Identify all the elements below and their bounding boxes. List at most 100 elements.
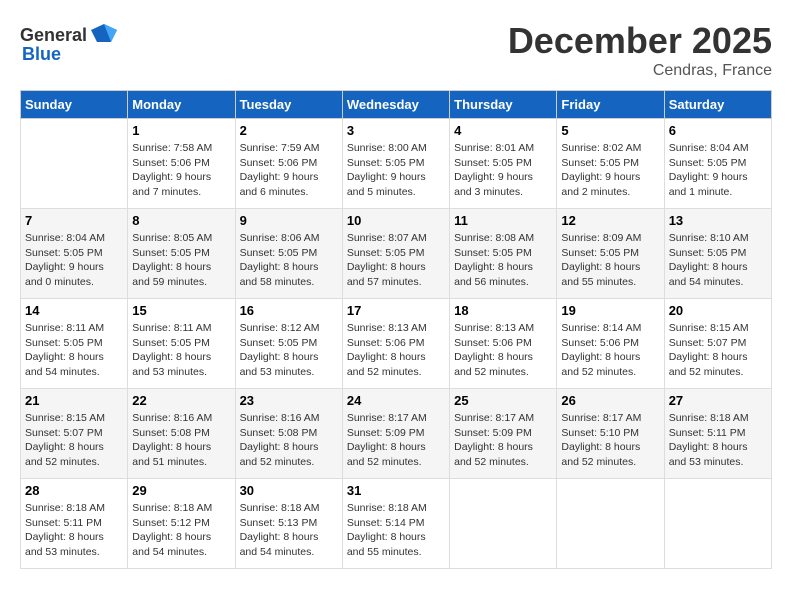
day-info: Sunrise: 8:00 AMSunset: 5:05 PMDaylight:… <box>347 141 445 200</box>
day-info: Sunrise: 8:17 AMSunset: 5:10 PMDaylight:… <box>561 411 659 470</box>
day-info: Sunrise: 8:09 AMSunset: 5:05 PMDaylight:… <box>561 231 659 290</box>
calendar-cell: 24 Sunrise: 8:17 AMSunset: 5:09 PMDayligh… <box>342 389 449 479</box>
day-number: 1 <box>132 123 230 138</box>
day-number: 17 <box>347 303 445 318</box>
day-number: 27 <box>669 393 767 408</box>
calendar-cell: 3 Sunrise: 8:00 AMSunset: 5:05 PMDaylight… <box>342 119 449 209</box>
day-info: Sunrise: 8:17 AMSunset: 5:09 PMDaylight:… <box>347 411 445 470</box>
day-number: 10 <box>347 213 445 228</box>
day-info: Sunrise: 8:04 AMSunset: 5:05 PMDaylight:… <box>669 141 767 200</box>
calendar-header-row: SundayMondayTuesdayWednesdayThursdayFrid… <box>21 91 772 119</box>
calendar-cell <box>21 119 128 209</box>
logo-general: General <box>20 25 87 46</box>
day-info: Sunrise: 8:11 AMSunset: 5:05 PMDaylight:… <box>25 321 123 380</box>
day-number: 11 <box>454 213 552 228</box>
calendar-cell: 1Sunrise: 7:58 AMSunset: 5:06 PMDaylight… <box>128 119 235 209</box>
logo-blue: Blue <box>22 44 61 65</box>
day-number: 20 <box>669 303 767 318</box>
calendar-cell: 13 Sunrise: 8:10 AMSunset: 5:05 PMDayligh… <box>664 209 771 299</box>
day-number: 21 <box>25 393 123 408</box>
day-info: Sunrise: 8:06 AMSunset: 5:05 PMDaylight:… <box>240 231 338 290</box>
day-number: 4 <box>454 123 552 138</box>
calendar-cell: 20 Sunrise: 8:15 AMSunset: 5:07 PMDayligh… <box>664 299 771 389</box>
calendar-cell: 22 Sunrise: 8:16 AMSunset: 5:08 PMDayligh… <box>128 389 235 479</box>
day-info: Sunrise: 8:18 AMSunset: 5:12 PMDaylight:… <box>132 501 230 560</box>
day-number: 7 <box>25 213 123 228</box>
day-info: Sunrise: 8:16 AMSunset: 5:08 PMDaylight:… <box>132 411 230 470</box>
calendar-cell: 11 Sunrise: 8:08 AMSunset: 5:05 PMDayligh… <box>450 209 557 299</box>
day-info: Sunrise: 8:17 AMSunset: 5:09 PMDaylight:… <box>454 411 552 470</box>
day-info: Sunrise: 8:13 AMSunset: 5:06 PMDaylight:… <box>454 321 552 380</box>
day-number: 9 <box>240 213 338 228</box>
day-info: Sunrise: 8:11 AMSunset: 5:05 PMDaylight:… <box>132 321 230 380</box>
day-number: 29 <box>132 483 230 498</box>
calendar-cell: 15 Sunrise: 8:11 AMSunset: 5:05 PMDayligh… <box>128 299 235 389</box>
day-info: Sunrise: 8:07 AMSunset: 5:05 PMDaylight:… <box>347 231 445 290</box>
calendar-cell <box>557 479 664 569</box>
calendar-cell: 4Sunrise: 8:01 AMSunset: 5:05 PMDaylight… <box>450 119 557 209</box>
day-number: 22 <box>132 393 230 408</box>
day-number: 8 <box>132 213 230 228</box>
month-title: December 2025 <box>508 20 772 62</box>
day-info: Sunrise: 8:10 AMSunset: 5:05 PMDaylight:… <box>669 231 767 290</box>
week-row-3: 21Sunrise: 8:15 AMSunset: 5:07 PMDayligh… <box>21 389 772 479</box>
day-info: Sunrise: 8:16 AMSunset: 5:08 PMDaylight:… <box>240 411 338 470</box>
day-number: 18 <box>454 303 552 318</box>
day-number: 25 <box>454 393 552 408</box>
day-number: 13 <box>669 213 767 228</box>
calendar-cell: 25 Sunrise: 8:17 AMSunset: 5:09 PMDayligh… <box>450 389 557 479</box>
day-number: 14 <box>25 303 123 318</box>
calendar-cell: 10 Sunrise: 8:07 AMSunset: 5:05 PMDayligh… <box>342 209 449 299</box>
day-number: 23 <box>240 393 338 408</box>
calendar-cell: 19Sunrise: 8:14 AMSunset: 5:06 PMDayligh… <box>557 299 664 389</box>
location-title: Cendras, France <box>508 62 772 80</box>
day-info: Sunrise: 8:05 AMSunset: 5:05 PMDaylight:… <box>132 231 230 290</box>
header-wednesday: Wednesday <box>342 91 449 119</box>
calendar-cell <box>450 479 557 569</box>
day-number: 5 <box>561 123 659 138</box>
calendar-cell <box>664 479 771 569</box>
header-monday: Monday <box>128 91 235 119</box>
calendar-cell: 8 Sunrise: 8:05 AMSunset: 5:05 PMDaylight… <box>128 209 235 299</box>
week-row-2: 14 Sunrise: 8:11 AMSunset: 5:05 PMDayligh… <box>21 299 772 389</box>
day-info: Sunrise: 8:18 AMSunset: 5:11 PMDaylight:… <box>669 411 767 470</box>
calendar-cell: 27 Sunrise: 8:18 AMSunset: 5:11 PMDayligh… <box>664 389 771 479</box>
day-number: 3 <box>347 123 445 138</box>
calendar-cell: 31Sunrise: 8:18 AMSunset: 5:14 PMDayligh… <box>342 479 449 569</box>
day-number: 12 <box>561 213 659 228</box>
day-info: Sunrise: 8:18 AMSunset: 5:14 PMDaylight:… <box>347 501 445 560</box>
day-info: Sunrise: 8:08 AMSunset: 5:05 PMDaylight:… <box>454 231 552 290</box>
calendar-cell: 29 Sunrise: 8:18 AMSunset: 5:12 PMDayligh… <box>128 479 235 569</box>
week-row-1: 7 Sunrise: 8:04 AMSunset: 5:05 PMDaylight… <box>21 209 772 299</box>
day-info: Sunrise: 7:59 AMSunset: 5:06 PMDaylight:… <box>240 141 338 200</box>
calendar-cell: 26 Sunrise: 8:17 AMSunset: 5:10 PMDayligh… <box>557 389 664 479</box>
day-number: 24 <box>347 393 445 408</box>
week-row-4: 28Sunrise: 8:18 AMSunset: 5:11 PMDayligh… <box>21 479 772 569</box>
calendar-cell: 12 Sunrise: 8:09 AMSunset: 5:05 PMDayligh… <box>557 209 664 299</box>
day-number: 30 <box>240 483 338 498</box>
day-info: Sunrise: 8:13 AMSunset: 5:06 PMDaylight:… <box>347 321 445 380</box>
day-info: Sunrise: 8:15 AMSunset: 5:07 PMDaylight:… <box>669 321 767 380</box>
calendar-cell: 28Sunrise: 8:18 AMSunset: 5:11 PMDayligh… <box>21 479 128 569</box>
week-row-0: 1Sunrise: 7:58 AMSunset: 5:06 PMDaylight… <box>21 119 772 209</box>
day-number: 19 <box>561 303 659 318</box>
logo-icon <box>89 20 119 50</box>
calendar-body: 1Sunrise: 7:58 AMSunset: 5:06 PMDaylight… <box>21 119 772 569</box>
day-number: 28 <box>25 483 123 498</box>
header-thursday: Thursday <box>450 91 557 119</box>
calendar-cell: 6Sunrise: 8:04 AMSunset: 5:05 PMDaylight… <box>664 119 771 209</box>
calendar-cell: 21Sunrise: 8:15 AMSunset: 5:07 PMDayligh… <box>21 389 128 479</box>
day-number: 26 <box>561 393 659 408</box>
day-info: Sunrise: 8:04 AMSunset: 5:05 PMDaylight:… <box>25 231 123 290</box>
calendar-cell: 7 Sunrise: 8:04 AMSunset: 5:05 PMDaylight… <box>21 209 128 299</box>
header-friday: Friday <box>557 91 664 119</box>
title-block: December 2025 Cendras, France <box>508 20 772 80</box>
day-info: Sunrise: 8:12 AMSunset: 5:05 PMDaylight:… <box>240 321 338 380</box>
calendar-cell: 16 Sunrise: 8:12 AMSunset: 5:05 PMDayligh… <box>235 299 342 389</box>
calendar-cell: 9 Sunrise: 8:06 AMSunset: 5:05 PMDaylight… <box>235 209 342 299</box>
calendar-table: SundayMondayTuesdayWednesdayThursdayFrid… <box>20 90 772 569</box>
calendar-cell: 14 Sunrise: 8:11 AMSunset: 5:05 PMDayligh… <box>21 299 128 389</box>
day-number: 15 <box>132 303 230 318</box>
day-number: 16 <box>240 303 338 318</box>
header-saturday: Saturday <box>664 91 771 119</box>
